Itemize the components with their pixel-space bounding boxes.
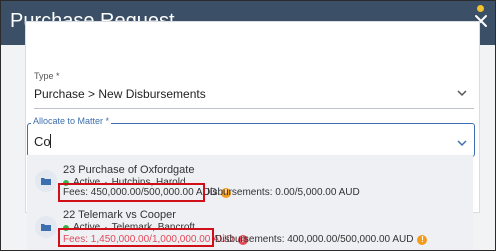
folder-icon [35, 216, 57, 238]
result-disbursements: Disbursements: 0.00/5,000.00 AUD [203, 187, 360, 198]
result-title[interactable]: 22 Telemark vs Cooper [63, 209, 176, 221]
text-caret [50, 134, 51, 148]
type-label: Type * [34, 71, 60, 81]
allocate-to-matter-input[interactable] [27, 123, 475, 157]
fees-highlight-box [58, 228, 214, 247]
warning-icon: ! [417, 234, 428, 245]
purchase-request-dialog: Purchase Request Type * Purchase > New D… [0, 0, 496, 251]
fees-highlight-box [58, 183, 205, 202]
disbursements-text: Disbursements: 400,000.00/500,000.00 AUD [215, 234, 414, 245]
type-underline [34, 108, 474, 109]
chevron-down-icon[interactable] [456, 87, 468, 99]
result-title[interactable]: 23 Purchase of Oxfordgate [63, 164, 194, 176]
notification-dot-icon [477, 5, 484, 12]
result-disbursements: Disbursements: 400,000.00/500,000.00 AUD… [215, 234, 428, 245]
folder-icon [35, 170, 57, 192]
allocate-label: Allocate to Matter * [31, 116, 112, 126]
chevron-down-icon[interactable] [456, 137, 468, 149]
allocate-input-value[interactable]: Co [34, 134, 51, 149]
type-select[interactable]: Purchase > New Disbursements [34, 87, 206, 101]
